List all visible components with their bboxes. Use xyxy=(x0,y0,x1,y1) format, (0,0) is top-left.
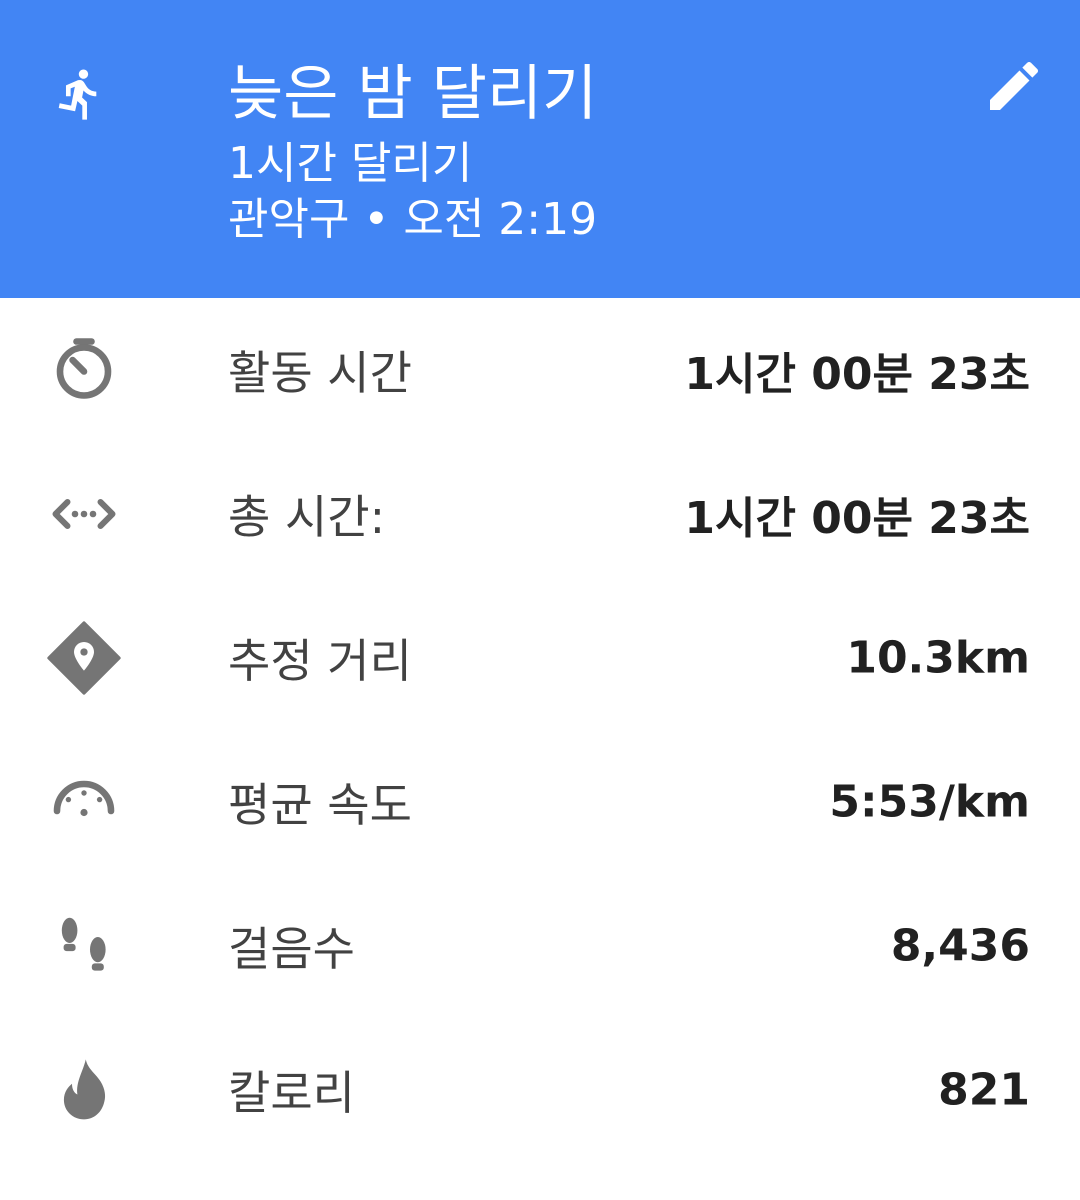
stat-value: 1시간 00분 23초 xyxy=(684,493,1030,544)
stat-value: 1시간 00분 23초 xyxy=(684,349,1030,400)
stat-row-steps: 걸음수 8,436 xyxy=(0,874,1080,1018)
stat-label: 활동 시간 xyxy=(228,346,412,400)
stat-value: 5:53/km xyxy=(829,776,1030,828)
stat-value: 10.3km xyxy=(846,632,1030,684)
running-icon xyxy=(58,69,97,120)
activity-title: 늦은 밤 달리기 xyxy=(228,59,598,129)
stat-label: 총 시간: xyxy=(228,490,386,544)
stats-list: 활동 시간 1시간 00분 23초 총 시간: 1시간 00분 23초 추정 거… xyxy=(0,298,1080,1162)
stat-label: 평균 속도 xyxy=(228,778,412,832)
activity-header: 늦은 밤 달리기 1시간 달리기 관악구 • 오전 2:19 xyxy=(0,0,1080,298)
stat-value: 821 xyxy=(938,1064,1030,1116)
stat-label: 추정 거리 xyxy=(228,634,412,688)
timer-icon xyxy=(44,330,124,410)
stat-row-distance: 추정 거리 10.3km xyxy=(0,586,1080,730)
stat-label: 칼로리 xyxy=(228,1066,355,1120)
stat-row-average-speed: 평균 속도 5:53/km xyxy=(0,730,1080,874)
stat-row-calories: 칼로리 821 xyxy=(0,1018,1080,1162)
pencil-icon[interactable] xyxy=(982,54,1046,118)
stat-value: 8,436 xyxy=(890,920,1030,972)
activity-subtitle: 1시간 달리기 xyxy=(228,138,473,189)
speedometer-icon xyxy=(44,762,124,842)
flame-icon xyxy=(44,1050,124,1130)
stat-row-active-time: 활동 시간 1시간 00분 23초 xyxy=(0,298,1080,442)
footsteps-icon xyxy=(44,906,124,986)
stat-row-total-time: 총 시간: 1시간 00분 23초 xyxy=(0,442,1080,586)
activity-location-time: 관악구 • 오전 2:19 xyxy=(228,194,598,245)
code-arrows-icon xyxy=(44,474,124,554)
stat-label: 걸음수 xyxy=(228,922,355,976)
directions-diamond-pin-icon xyxy=(44,618,124,698)
